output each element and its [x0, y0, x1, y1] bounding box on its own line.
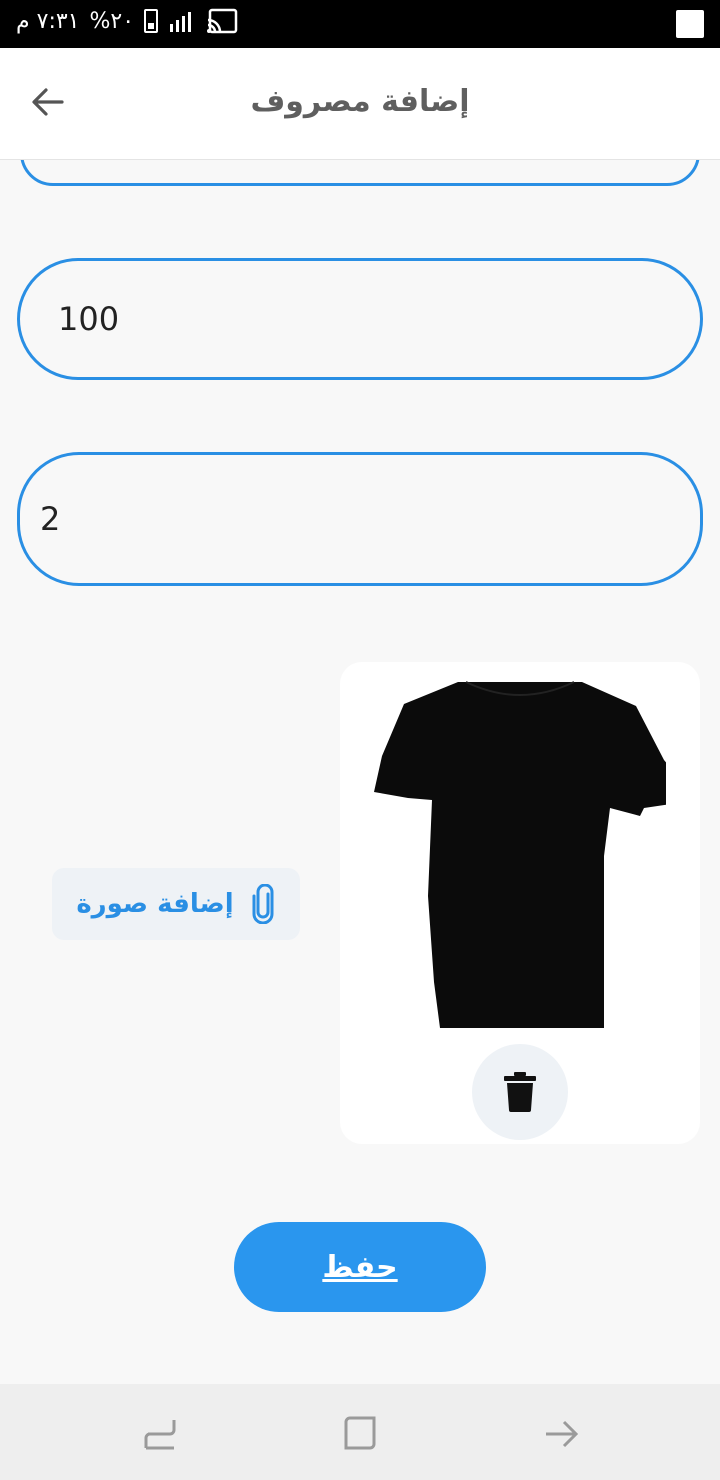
back-nav-button[interactable]	[540, 1412, 584, 1456]
battery-icon	[144, 9, 159, 33]
status-left: ٧:٣١ م %٢٠	[16, 8, 238, 34]
recent-apps-icon	[144, 1420, 176, 1450]
recent-apps-button[interactable]	[138, 1412, 182, 1456]
amount-input[interactable]: 100	[17, 258, 703, 380]
page-title: إضافة مصروف	[250, 84, 470, 119]
back-nav-icon	[546, 1420, 579, 1448]
system-nav-bar	[0, 1384, 720, 1480]
tshirt-image	[374, 681, 666, 1028]
notification-square-icon	[676, 10, 704, 38]
save-label: حفظ	[322, 1249, 398, 1285]
add-image-label: إضافة صورة	[76, 889, 234, 919]
save-button[interactable]: حفظ	[234, 1222, 486, 1312]
paperclip-icon	[252, 884, 274, 924]
quantity-input[interactable]: 2	[17, 452, 703, 586]
trash-icon	[504, 1072, 536, 1112]
home-button[interactable]	[338, 1412, 382, 1456]
status-time: ٧:٣١ م	[16, 8, 80, 34]
home-icon	[344, 1416, 376, 1450]
status-bar: ٧:٣١ م %٢٠	[0, 0, 720, 48]
delete-image-button[interactable]	[472, 1044, 568, 1140]
battery-percent: %٢٠	[89, 8, 135, 34]
app-bar: إضافة مصروف	[0, 48, 720, 160]
cast-icon	[207, 8, 238, 34]
signal-icon	[170, 12, 192, 32]
add-image-button[interactable]: إضافة صورة	[52, 868, 300, 940]
image-preview-card	[340, 662, 700, 1144]
quantity-value: 2	[40, 500, 61, 538]
amount-value: 100	[58, 300, 120, 338]
